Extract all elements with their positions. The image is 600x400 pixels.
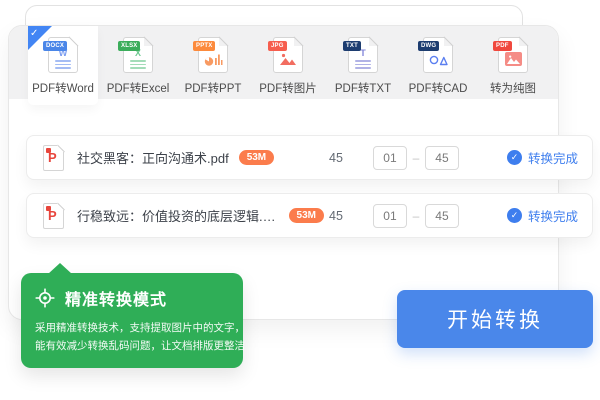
tab-pdf-to-txt[interactable]: TXT T PDF转TXT <box>328 26 398 99</box>
jpg-badge: JPG <box>268 41 287 51</box>
tab-pdf-to-excel[interactable]: XLSX X PDF转Excel <box>103 26 173 99</box>
format-tabbar: ✓ DOCX W PDF转Word XLSX X PDF转Excel PPTX <box>9 26 558 99</box>
ppt-file-icon: PPTX <box>198 37 228 73</box>
file-row: P 社交黑客：正向沟通术.pdf 53M 45 – ✓ 转换完成 <box>26 135 593 180</box>
tab-label: PDF转Excel <box>107 80 170 96</box>
txt-badge: TXT <box>343 41 361 51</box>
status-label: 转换完成 <box>528 206 578 225</box>
file-name: 社交黑客：正向沟通术.pdf <box>77 148 229 167</box>
page-range-start-input[interactable] <box>373 204 407 228</box>
tab-label: PDF转CAD <box>409 80 468 96</box>
check-circle-icon: ✓ <box>507 208 522 223</box>
excel-file-icon: XLSX X <box>123 37 153 73</box>
target-icon <box>35 288 55 308</box>
tab-label: PDF转PPT <box>185 80 242 96</box>
page-count: 45 <box>324 209 348 223</box>
check-icon: ✓ <box>30 28 38 39</box>
file-row: P 行稳致远：价值投资的底层逻辑.pdf 53M 45 – ✓ 转换完成 <box>26 193 593 238</box>
file-size-badge: 53M <box>289 208 324 223</box>
page-count: 45 <box>324 151 348 165</box>
precise-mode-tooltip: 精准转换模式 采用精准转换技术，支持提取图片中的文字， 能有效减少转换乱码问题，… <box>21 273 243 368</box>
page-range-end-input[interactable] <box>425 146 459 170</box>
status-complete: ✓ 转换完成 <box>507 148 578 167</box>
tab-label: PDF转Word <box>32 80 94 96</box>
tooltip-arrow <box>48 263 72 274</box>
page-range-end-input[interactable] <box>425 204 459 228</box>
tooltip-description-line2: 能有效减少转换乱码问题，让文档排版更整洁 <box>35 337 231 355</box>
cad-file-icon: DWG <box>423 37 453 73</box>
pdf-badge: PDF <box>493 41 512 51</box>
page-range: – <box>373 146 459 170</box>
dwg-badge: DWG <box>418 41 439 51</box>
start-convert-button[interactable]: 开始转换 <box>397 290 593 348</box>
file-size-badge: 53M <box>239 150 274 165</box>
tab-pdf-to-image[interactable]: JPG PDF转图片 <box>253 26 323 99</box>
tab-to-pure-image[interactable]: PDF 转为纯图 <box>478 26 548 99</box>
docx-badge: DOCX <box>43 41 67 51</box>
pdf-file-icon: P <box>43 145 64 171</box>
tooltip-description-line1: 采用精准转换技术，支持提取图片中的文字， <box>35 319 231 337</box>
status-label: 转换完成 <box>528 148 578 167</box>
range-dash: – <box>410 151 422 165</box>
tooltip-title: 精准转换模式 <box>65 286 167 310</box>
tab-pdf-to-word[interactable]: ✓ DOCX W PDF转Word <box>28 26 98 105</box>
tab-label: PDF转TXT <box>335 80 391 96</box>
word-file-icon: DOCX W <box>48 37 78 73</box>
tab-label: PDF转图片 <box>259 80 317 96</box>
file-name: 行稳致远：价值投资的底层逻辑.pdf <box>77 206 279 225</box>
range-dash: – <box>410 209 422 223</box>
check-circle-icon: ✓ <box>507 150 522 165</box>
tab-pdf-to-ppt[interactable]: PPTX PDF转PPT <box>178 26 248 99</box>
txt-file-icon: TXT T <box>348 37 378 73</box>
page-range-start-input[interactable] <box>373 146 407 170</box>
xlsx-badge: XLSX <box>118 41 140 51</box>
pure-image-file-icon: PDF <box>498 37 528 73</box>
tab-pdf-to-cad[interactable]: DWG PDF转CAD <box>403 26 473 99</box>
status-complete: ✓ 转换完成 <box>507 206 578 225</box>
pptx-badge: PPTX <box>193 41 215 51</box>
pdf-file-icon: P <box>43 203 64 229</box>
image-file-icon: JPG <box>273 37 303 73</box>
page-range: – <box>373 204 459 228</box>
tab-label: 转为纯图 <box>490 80 536 96</box>
